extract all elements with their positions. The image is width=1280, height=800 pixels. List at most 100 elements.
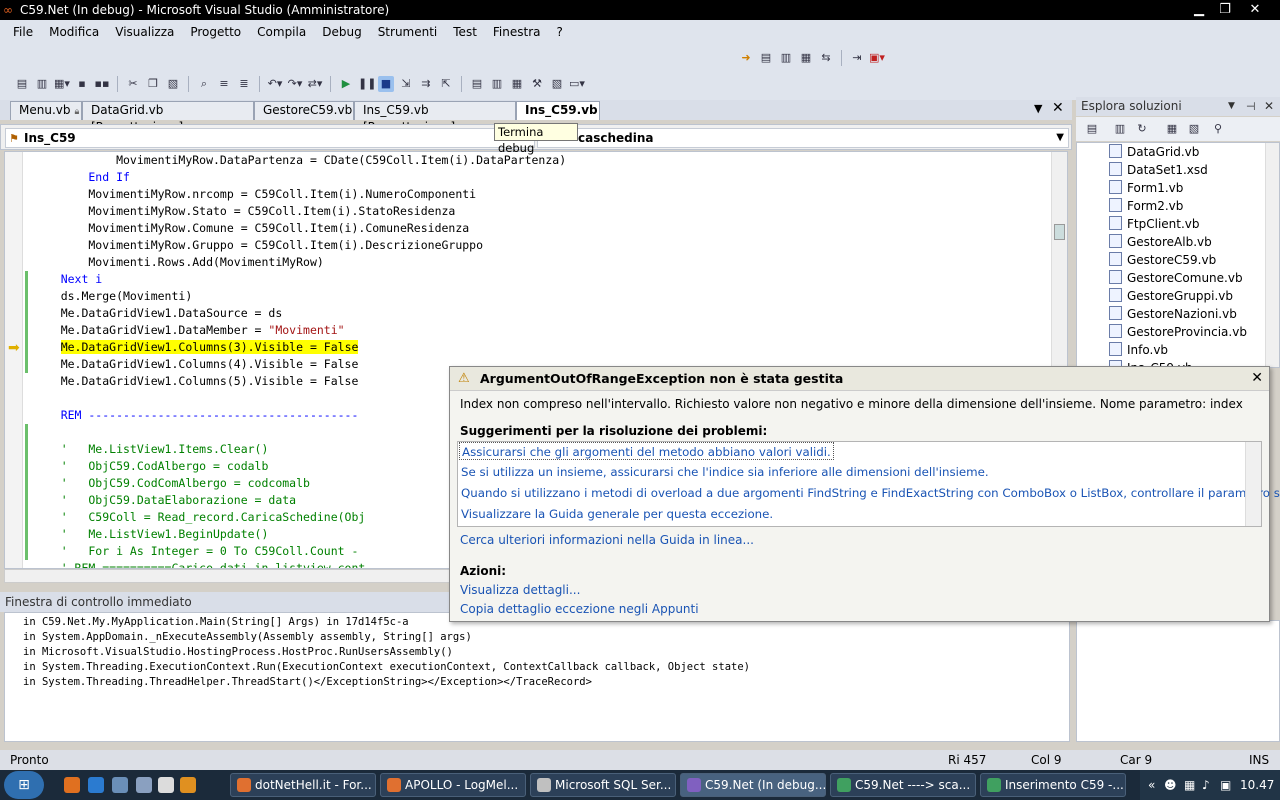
close-icon[interactable]: ✕	[1251, 370, 1263, 386]
solution-item[interactable]: GestoreNazioni.vb	[1109, 305, 1237, 323]
method-combo[interactable]: caschedina ▼	[537, 128, 1069, 148]
tab-datagrid-design[interactable]: DataGrid.vb [Progettazione]🔒︎	[82, 101, 254, 134]
add-item-icon[interactable]: ▥	[34, 76, 50, 92]
view-details-link[interactable]: Visualizza dettagli...	[460, 582, 580, 598]
online-help-link[interactable]: Cerca ulteriori informazioni nella Guida…	[460, 532, 754, 548]
solution-item[interactable]: FtpClient.vb	[1109, 215, 1200, 233]
menu-help[interactable]: ?	[549, 20, 571, 44]
menu-compila[interactable]: Compila	[249, 20, 314, 44]
task-button[interactable]: dotNetHell.it - For...	[230, 773, 376, 797]
tab-menu-vb[interactable]: Menu.vb 🔒︎	[10, 101, 82, 120]
refresh-icon[interactable]: ↻	[1134, 121, 1150, 137]
editor-gutter[interactable]: ➡	[5, 152, 23, 568]
show-desktop-icon[interactable]	[112, 777, 128, 793]
suggestion-link[interactable]: Assicurarsi che gli argomenti del metodo…	[459, 442, 834, 460]
task-button[interactable]: C59.Net (In debug...	[680, 773, 826, 797]
messenger-icon[interactable]	[158, 777, 174, 793]
windows-dropdown-icon[interactable]: ▣▾	[869, 50, 885, 66]
solution-item[interactable]: GestoreC59.vb	[1109, 251, 1216, 269]
solution-scrollbar[interactable]	[1265, 143, 1279, 367]
step-out-icon[interactable]: ⇱	[438, 76, 454, 92]
class-diagram-icon[interactable]: ⚲	[1210, 121, 1226, 137]
start-button[interactable]: ⊞	[4, 771, 44, 799]
menu-visualizza[interactable]: Visualizza	[107, 20, 182, 44]
step-over-icon[interactable]: ⇉	[418, 76, 434, 92]
properties-icon[interactable]: ▤	[1084, 121, 1100, 137]
tab-gestorec59[interactable]: GestoreC59.vb🔒︎	[254, 101, 354, 134]
close-document-icon[interactable]: ✕	[1052, 100, 1064, 116]
suggestions-list[interactable]: Assicurarsi che gli argomenti del metodo…	[457, 441, 1280, 527]
suggestion-link[interactable]: Visualizzare la Guida generale per quest…	[461, 505, 773, 523]
navigate-icon[interactable]: ⇄▾	[307, 76, 323, 92]
pin-icon[interactable]: ⊣	[1246, 97, 1256, 116]
comment-icon[interactable]: ≡	[216, 76, 232, 92]
paste-icon[interactable]: ▧	[165, 76, 181, 92]
cut-icon[interactable]: ✂	[125, 76, 141, 92]
network-icon[interactable]: ▦	[1184, 770, 1195, 800]
switch-windows-icon[interactable]	[136, 777, 152, 793]
solution-item[interactable]: GestoreGruppi.vb	[1109, 287, 1233, 305]
break-all-icon[interactable]: ❚❚	[358, 76, 376, 92]
menu-strumenti[interactable]: Strumenti	[370, 20, 446, 44]
tab-ins-c59-design[interactable]: Ins_C59.vb [Progettazione]🔒︎	[354, 101, 516, 134]
tab-ins-c59[interactable]: Ins_C59.vb🔒︎	[516, 101, 600, 134]
suggestion-link[interactable]: Quando si utilizzano i metodi di overloa…	[461, 484, 1280, 502]
object-browser-icon[interactable]: ▦	[509, 76, 525, 92]
tab-dropdown-icon[interactable]: ▼	[1034, 102, 1042, 115]
menu-file[interactable]: File	[5, 20, 41, 44]
redo-icon[interactable]: ↷▾	[287, 76, 303, 92]
solution-item[interactable]: GestoreComune.vb	[1109, 269, 1243, 287]
show-next-statement-icon[interactable]: ➜	[738, 50, 754, 66]
copy-exception-link[interactable]: Copia dettaglio eccezione negli Appunti	[460, 601, 699, 617]
suggestions-scrollbar[interactable]	[1245, 442, 1261, 526]
solution-tree[interactable]: DataGrid.vb DataSet1.xsd Form1.vb Form2.vb F…	[1076, 142, 1280, 368]
immediate-window[interactable]: in C59.Net.My.MyApplication.Main(String[…	[4, 612, 1070, 742]
task-button[interactable]: APOLLO - LogMel...	[380, 773, 526, 797]
open-file-icon[interactable]: ▦▾	[54, 76, 70, 92]
firefox-icon[interactable]	[64, 777, 80, 793]
save-all-icon[interactable]: ▪▪	[94, 76, 110, 92]
security-icon[interactable]: ▣	[1220, 770, 1231, 800]
command-window-icon[interactable]: ▭▾	[569, 76, 585, 92]
scroll-thumb[interactable]	[1054, 224, 1065, 240]
solution-item[interactable]: Form1.vb	[1109, 179, 1183, 197]
stop-debugging-icon[interactable]: ■	[378, 76, 394, 92]
solution-item[interactable]: GestoreAlb.vb	[1109, 233, 1212, 251]
hex-display-icon[interactable]: ⇆	[818, 50, 834, 66]
solution-item[interactable]: Info.vb	[1109, 341, 1168, 359]
internet-explorer-icon[interactable]	[88, 777, 104, 793]
expand-tray-icon[interactable]: «	[1148, 770, 1155, 800]
solution-item[interactable]: DataSet1.xsd	[1109, 161, 1208, 179]
solution-item[interactable]: GestoreProvincia.vb	[1109, 323, 1247, 341]
clock[interactable]: 10.47	[1240, 770, 1274, 800]
show-all-files-icon[interactable]: ▥	[1112, 121, 1128, 137]
class-combo[interactable]: ⚑ Ins_C59	[5, 128, 535, 148]
menu-modifica[interactable]: Modifica	[41, 20, 107, 44]
pane-dropdown-icon[interactable]: ▼	[1228, 97, 1235, 116]
menu-test[interactable]: Test	[445, 20, 485, 44]
minimize-button[interactable]: ▁	[1186, 1, 1212, 18]
task-button[interactable]: Microsoft SQL Ser...	[530, 773, 676, 797]
media-player-icon[interactable]	[180, 777, 196, 793]
new-project-icon[interactable]: ▤	[14, 76, 30, 92]
restore-button[interactable]: ❐	[1212, 1, 1238, 18]
step-into-icon[interactable]: ⇲	[398, 76, 414, 92]
uncomment-icon[interactable]: ≣	[236, 76, 252, 92]
continue-icon[interactable]: ▶	[338, 76, 354, 92]
tray-app-icon[interactable]: ☻	[1164, 770, 1177, 800]
properties-icon[interactable]: ▥	[489, 76, 505, 92]
view-code-icon[interactable]: ▦	[1164, 121, 1180, 137]
breakpoints-icon[interactable]: ⇥	[849, 50, 865, 66]
task-button[interactable]: Inserimento C59 -...	[980, 773, 1126, 797]
step-into-icon[interactable]: ▤	[758, 50, 774, 66]
solution-item[interactable]: DataGrid.vb	[1109, 143, 1199, 161]
menu-progetto[interactable]: Progetto	[182, 20, 249, 44]
copy-icon[interactable]: ❐	[145, 76, 161, 92]
menu-finestra[interactable]: Finestra	[485, 20, 549, 44]
menu-debug[interactable]: Debug	[314, 20, 369, 44]
step-over-icon[interactable]: ▥	[778, 50, 794, 66]
undo-icon[interactable]: ↶▾	[267, 76, 283, 92]
solution-item[interactable]: Form2.vb	[1109, 197, 1183, 215]
volume-icon[interactable]: ♪	[1202, 770, 1210, 800]
error-list-icon[interactable]: ▧	[549, 76, 565, 92]
